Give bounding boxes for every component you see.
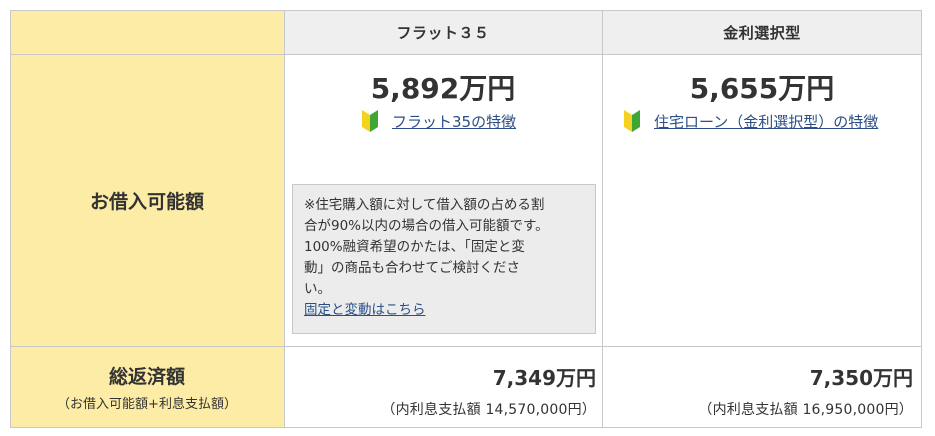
note-line: 100%融資希望のかたは、「固定と変 (304, 239, 525, 255)
loan-comparison-table: フラット３５ 金利選択型 お借入可能額 5,892万円 フラット35の特徴 ※住… (10, 10, 922, 428)
fixed-variable-link[interactable]: 固定と変動はこちら (304, 302, 426, 318)
beginner-leaf-icon (362, 110, 378, 132)
total-amount-rate-selection: 7,350万円 (809, 366, 913, 390)
row-label-borrowable: お借入可能額 (89, 190, 204, 213)
row-header-borrowable: お借入可能額 (10, 54, 284, 346)
column-header-rate-selection: 金利選択型 (723, 23, 801, 42)
total-repayment-rate-selection: 7,350万円 （内利息支払額 16,950,000円） (698, 362, 913, 419)
note-line: い。 (304, 281, 331, 297)
note-line: 動」の商品も合わせてご検討くださ (304, 260, 520, 276)
note-line: ※住宅購入額に対して借入額の占める割 (304, 197, 545, 213)
corner-cell (10, 10, 284, 54)
feature-link-flat35-text[interactable]: フラット35の特徴 (392, 111, 516, 132)
borrowable-amount-flat35: 5,892万円 (370, 72, 516, 105)
feature-link-rate-selection[interactable]: 住宅ローン（金利選択型）の特徴 (624, 110, 878, 132)
column-header-flat35: フラット３５ (396, 23, 490, 42)
total-repayment-flat35: 7,349万円 （内利息支払額 14,570,000円） (381, 362, 596, 419)
interest-amount-flat35: （内利息支払額 14,570,000円） (381, 402, 596, 418)
row-label-total-repayment: 総返済額 (108, 366, 185, 388)
feature-link-rate-selection-text[interactable]: 住宅ローン（金利選択型）の特徴 (654, 111, 878, 132)
beginner-leaf-icon (624, 110, 640, 132)
row-header-total-repayment: 総返済額 （お借入可能額+利息支払額） (10, 346, 284, 428)
note-line: 合が90%以内の場合の借入可能額です。 (304, 218, 549, 234)
borrowable-amount-rate-selection: 5,655万円 (689, 72, 835, 105)
interest-amount-rate-selection: （内利息支払額 16,950,000円） (698, 402, 913, 418)
row-sublabel-total-repayment: （お借入可能額+利息支払額） (57, 397, 237, 412)
total-amount-flat35: 7,349万円 (492, 366, 596, 390)
feature-link-flat35[interactable]: フラット35の特徴 (362, 110, 516, 132)
note-box: ※住宅購入額に対して借入額の占める割 合が90%以内の場合の借入可能額です。 1… (292, 184, 596, 334)
